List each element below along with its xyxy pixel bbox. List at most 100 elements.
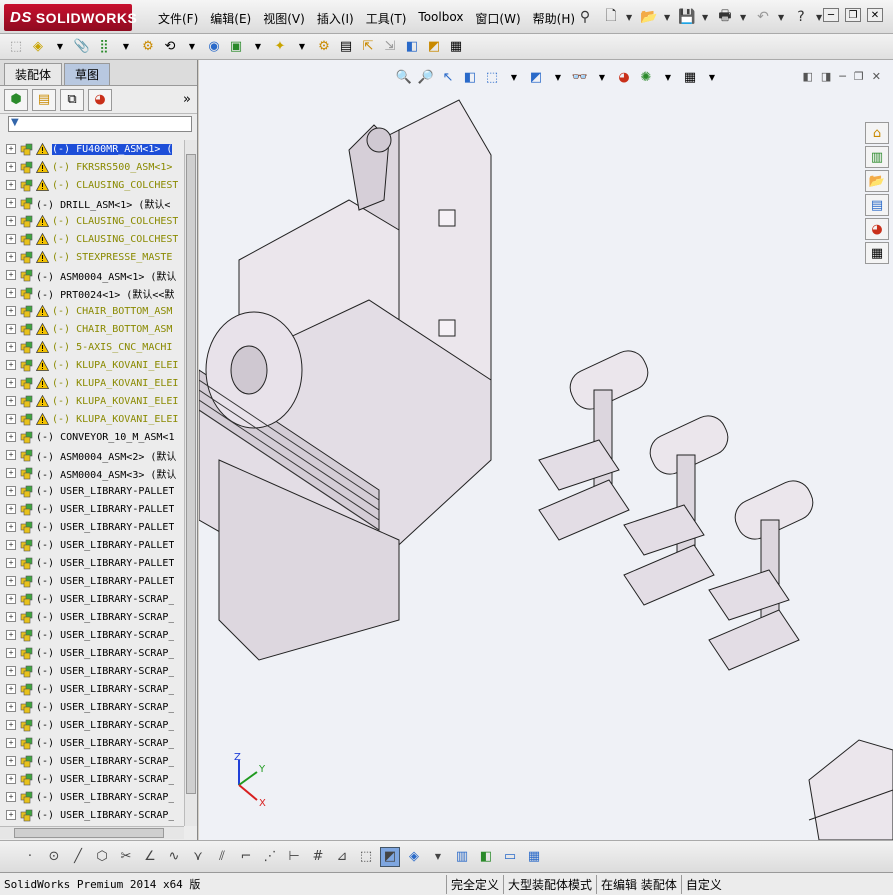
expand-icon[interactable]: + — [6, 324, 16, 334]
move-component-icon[interactable]: ⟲ — [160, 37, 180, 57]
chevron-down-icon[interactable]: ▼ — [428, 847, 448, 867]
tree-item[interactable]: + (-) 5-AXIS_CNC_MACHI — [0, 338, 184, 356]
tree-item[interactable]: + (-) CONVEYOR_10_M_ASM<1 — [0, 428, 184, 446]
relation-icon[interactable]: ⊿ — [332, 847, 352, 867]
tree-item[interactable]: + (-) KLUPA_KOVANI_ELEI — [0, 374, 184, 392]
tree-item[interactable]: + (-) USER_LIBRARY-PALLET — [0, 482, 184, 500]
new-document-icon[interactable]: 🗋 — [600, 6, 622, 28]
view-settings-icon[interactable]: ▦ — [681, 68, 699, 86]
graphics-area[interactable]: Z Y X 🔍 🔎 ↖ ◧ ⬚ ▼ ◩ ▼ 👓 ▼ ◕ ✺ ▼ ▦ ▼ ◧ ◨ … — [199, 60, 893, 840]
tree-item[interactable]: + (-) ASM0004_ASM<1> (默认 — [0, 266, 184, 284]
drill-press-2[interactable] — [623, 410, 734, 606]
view-palette-icon[interactable]: ▤ — [865, 194, 889, 216]
scrollbar-thumb[interactable] — [186, 154, 196, 794]
tree-vertical-scrollbar[interactable] — [184, 140, 197, 826]
expand-icon[interactable]: + — [6, 252, 16, 262]
cad-model-view[interactable]: Z Y X — [199, 60, 893, 840]
chevron-down-icon[interactable]: ▼ — [778, 13, 786, 22]
tree-item[interactable]: + (-) USER_LIBRARY-SCRAP_ — [0, 590, 184, 608]
tree-item[interactable]: + (-) USER_LIBRARY-SCRAP_ — [0, 752, 184, 770]
drill-press-3[interactable] — [708, 475, 819, 671]
tree-item[interactable]: + (-) USER_LIBRARY-SCRAP_ — [0, 788, 184, 806]
appearances-icon[interactable]: ◕ — [865, 218, 889, 240]
expand-icon[interactable]: + — [6, 702, 16, 712]
smart-fasteners-icon[interactable]: ⚙ — [138, 37, 158, 57]
tree-item[interactable]: + (-) USER_LIBRARY-SCRAP_ — [0, 770, 184, 788]
tree-item[interactable]: + (-) DRILL_ASM<1> (默认< — [0, 194, 184, 212]
tree-item[interactable]: + (-) USER_LIBRARY-SCRAP_ — [0, 626, 184, 644]
tree-item[interactable]: + (-) USER_LIBRARY-SCRAP_ — [0, 662, 184, 680]
hide-show-items-icon[interactable]: 👓 — [571, 68, 589, 86]
chevron-down-icon[interactable]: ▼ — [703, 68, 721, 86]
tree-item[interactable]: + (-) USER_LIBRARY-SCRAP_ — [0, 698, 184, 716]
point-icon[interactable]: · — [20, 847, 40, 867]
configuration-manager-icon[interactable]: ⧉ — [60, 88, 84, 111]
file-explorer-icon[interactable]: 📂 — [865, 170, 889, 192]
chevron-down-icon[interactable]: ▼ — [182, 37, 202, 57]
box-icon[interactable]: ⬚ — [356, 847, 376, 867]
tree-item[interactable]: + (-) CHAIR_BOTTOM_ASM — [0, 302, 184, 320]
cube-icon[interactable]: ◈ — [404, 847, 424, 867]
edit-appearance-icon[interactable]: ◕ — [615, 68, 633, 86]
expand-icon[interactable]: + — [6, 468, 16, 478]
new-motion-study-icon[interactable]: ⚙ — [314, 37, 334, 57]
expand-icon[interactable]: + — [6, 540, 16, 550]
circle-icon[interactable]: ⊙ — [44, 847, 64, 867]
close-icon[interactable]: ✕ — [867, 8, 883, 22]
tile-right-icon[interactable]: ◨ — [821, 70, 831, 83]
large-assembly-icon[interactable]: ▦ — [446, 37, 466, 57]
previous-view-icon[interactable]: ↖ — [439, 68, 457, 86]
chevron-down-icon[interactable]: ▼ — [593, 68, 611, 86]
spline-icon[interactable]: ∿ — [164, 847, 184, 867]
window-icon[interactable]: ▭ — [500, 847, 520, 867]
minimize-icon[interactable]: ─ — [823, 8, 839, 22]
expand-icon[interactable]: + — [6, 594, 16, 604]
chevron-down-icon[interactable]: ▼ — [50, 37, 70, 57]
tree-item[interactable]: + (-) USER_LIBRARY-SCRAP_ — [0, 644, 184, 662]
tree-item[interactable]: + (-) ASM0004_ASM<2> (默认 — [0, 446, 184, 464]
appearance-icon[interactable]: ◧ — [476, 847, 496, 867]
conveyor-partial[interactable] — [808, 739, 893, 840]
menu-window[interactable]: 窗口(W) — [469, 10, 526, 27]
menu-toolbox[interactable]: Toolbox — [412, 10, 469, 27]
tab-sketch[interactable]: 草图 — [64, 63, 111, 85]
status-custom-units[interactable]: 自定义 — [680, 874, 799, 894]
chevron-down-icon[interactable]: ▼ — [626, 13, 634, 22]
expand-icon[interactable]: + — [6, 504, 16, 514]
expand-icon[interactable]: + — [6, 306, 16, 316]
menu-insert[interactable]: 插入(I) — [311, 10, 360, 27]
tab-assembly[interactable]: 装配体 — [4, 63, 63, 85]
expand-icon[interactable]: + — [6, 360, 16, 370]
tree-item[interactable]: + (-) STEXPRESSE_MASTE — [0, 248, 184, 266]
tree-item[interactable]: + (-) FU400MR_ASM<1> ( — [0, 140, 184, 158]
expand-icon[interactable]: + — [6, 180, 16, 190]
tree-item[interactable]: + (-) PRT0024<1> (默认<<默 — [0, 284, 184, 302]
expand-icon[interactable]: + — [6, 216, 16, 226]
tree-item[interactable]: + (-) USER_LIBRARY-SCRAP_ — [0, 806, 184, 824]
expand-icon[interactable]: + — [6, 378, 16, 388]
show-hidden-icon[interactable]: ◉ — [204, 37, 224, 57]
expand-icon[interactable]: + — [6, 684, 16, 694]
zoom-to-fit-icon[interactable]: 🔍 — [395, 68, 413, 86]
tree-horizontal-scrollbar[interactable] — [0, 826, 184, 839]
property-manager-icon[interactable]: ▤ — [32, 88, 56, 111]
expand-icon[interactable]: + — [6, 342, 16, 352]
tree-item[interactable]: + (-) USER_LIBRARY-PALLET — [0, 500, 184, 518]
tree-item[interactable]: + (-) USER_LIBRARY-PALLET — [0, 554, 184, 572]
expand-icon[interactable]: + — [6, 774, 16, 784]
chevron-down-icon[interactable]: ▼ — [248, 37, 268, 57]
expand-icon[interactable]: + — [6, 522, 16, 532]
trim-icon[interactable]: ✂ — [116, 847, 136, 867]
display-manager-icon[interactable]: ◕ — [88, 88, 112, 111]
drill-press-1[interactable] — [538, 345, 654, 541]
chevron-down-icon[interactable]: ▼ — [702, 13, 710, 22]
expand-icon[interactable]: + — [6, 144, 16, 154]
expand-icon[interactable]: + — [6, 792, 16, 802]
expand-icon[interactable]: + — [6, 486, 16, 496]
zoom-to-area-icon[interactable]: 🔎 — [417, 68, 435, 86]
design-library-icon[interactable]: ▥ — [865, 146, 889, 168]
help-icon[interactable]: ? — [790, 6, 812, 28]
apply-scene-icon[interactable]: ✺ — [637, 68, 655, 86]
layout-icon[interactable]: ▦ — [524, 847, 544, 867]
insert-component-icon[interactable]: ⬚ — [6, 37, 26, 57]
